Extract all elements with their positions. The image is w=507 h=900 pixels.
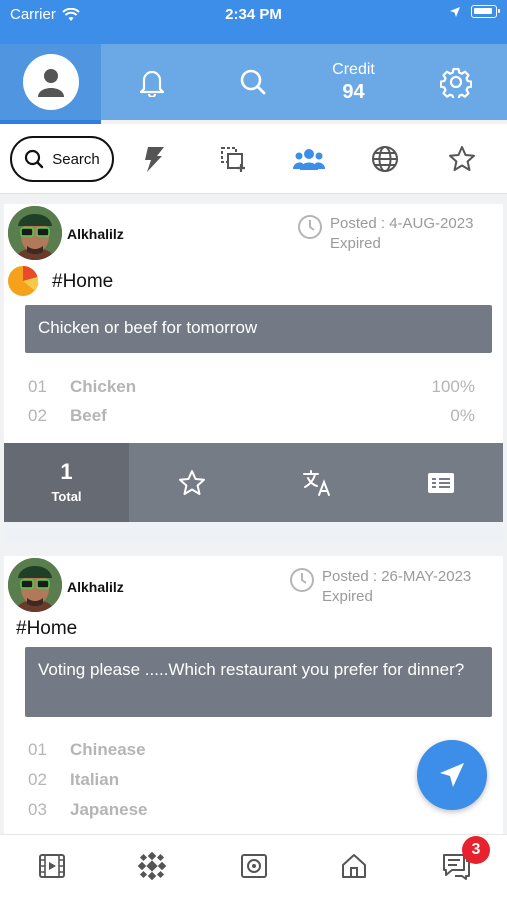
bottom-tab-bar bbox=[0, 834, 507, 900]
poll-question: Voting please .....Which restaurant you … bbox=[25, 647, 492, 717]
post-status: Expired bbox=[322, 588, 373, 605]
hashtag[interactable]: #Home bbox=[16, 618, 77, 640]
tab-media[interactable] bbox=[32, 849, 72, 883]
message-count-badge: 3 bbox=[462, 836, 490, 864]
tab-search[interactable] bbox=[202, 44, 303, 120]
option-number: 01 bbox=[28, 740, 47, 759]
group-icon bbox=[293, 149, 325, 170]
star-icon bbox=[449, 146, 475, 171]
status-bar: Carrier 2:34 PM bbox=[0, 0, 507, 44]
send-fab-button[interactable] bbox=[417, 740, 487, 810]
option-name: Italian bbox=[70, 770, 120, 789]
hashtag[interactable]: #Home bbox=[52, 271, 113, 293]
filter-trending[interactable] bbox=[130, 136, 176, 182]
film-icon bbox=[39, 854, 65, 878]
clock-time: 2:34 PM bbox=[225, 6, 282, 23]
battery-icon bbox=[471, 5, 500, 18]
search-icon bbox=[240, 69, 265, 95]
credit-label: Credit bbox=[332, 60, 375, 78]
tab-profile[interactable] bbox=[0, 44, 101, 124]
search-icon bbox=[25, 149, 44, 169]
clock-icon bbox=[290, 568, 314, 592]
star-icon bbox=[178, 469, 205, 495]
option-percent: 100% bbox=[431, 377, 475, 396]
credit-value: 94 bbox=[342, 80, 365, 103]
flash-icon bbox=[145, 147, 164, 172]
favorite-button[interactable] bbox=[129, 443, 254, 522]
tab-home[interactable] bbox=[334, 849, 374, 883]
card-footer bbox=[4, 522, 503, 542]
avatar[interactable] bbox=[8, 558, 62, 612]
option-number: 03 bbox=[28, 800, 47, 819]
translate-button[interactable] bbox=[254, 443, 379, 522]
post-status: Expired bbox=[330, 235, 381, 252]
posted-date: Posted : 4-AUG-2023 bbox=[330, 215, 474, 232]
filter-bar: Search bbox=[0, 124, 507, 194]
option-name: Japanese bbox=[70, 800, 148, 819]
bell-icon bbox=[139, 70, 164, 97]
poll-option[interactable]: 02 Beef bbox=[28, 406, 107, 426]
gear-icon bbox=[439, 67, 472, 98]
filter-groups[interactable] bbox=[286, 136, 332, 182]
post-card[interactable]: Alkhalilz Posted : 4-AUG-2023 Expired #H… bbox=[4, 204, 503, 542]
poll-option[interactable]: 02 Italian bbox=[28, 770, 119, 790]
copy-add-icon bbox=[221, 147, 245, 172]
top-nav: Credit 94 bbox=[0, 44, 507, 124]
tab-vault[interactable] bbox=[234, 849, 274, 883]
card-details-icon bbox=[428, 472, 454, 493]
total-count: 1 bbox=[60, 459, 73, 484]
poll-option[interactable]: 01 Chinease bbox=[28, 740, 146, 760]
user-avatar-icon bbox=[22, 54, 79, 110]
post-action-bar: 1 Total bbox=[4, 443, 503, 522]
search-button[interactable]: Search bbox=[10, 136, 114, 182]
poll-question: Chicken or beef for tomorrow bbox=[25, 305, 492, 353]
home-icon bbox=[342, 854, 366, 878]
pie-chart-icon bbox=[8, 265, 39, 296]
send-icon bbox=[440, 763, 464, 787]
avatar[interactable] bbox=[8, 206, 62, 260]
option-number: 02 bbox=[28, 770, 47, 789]
cross-pattern-icon bbox=[138, 852, 166, 880]
option-name: Chinease bbox=[70, 740, 146, 759]
filter-add[interactable] bbox=[210, 136, 256, 182]
poll-option[interactable]: 01 Chicken bbox=[28, 377, 136, 397]
total-votes-button[interactable]: 1 Total bbox=[4, 443, 129, 522]
option-name: Chicken bbox=[70, 377, 137, 396]
option-number: 02 bbox=[28, 406, 47, 425]
option-percent: 0% bbox=[450, 406, 475, 425]
safe-icon bbox=[241, 854, 267, 878]
location-arrow-icon bbox=[450, 6, 460, 17]
tab-settings[interactable] bbox=[404, 44, 507, 120]
poll-option[interactable]: 03 Japanese bbox=[28, 800, 148, 820]
total-label: Total bbox=[51, 489, 82, 504]
clock-icon bbox=[298, 215, 322, 239]
tab-explore[interactable] bbox=[132, 849, 172, 883]
posted-date: Posted : 26-MAY-2023 bbox=[322, 568, 472, 585]
username[interactable]: Alkhalilz bbox=[67, 226, 124, 242]
tab-notifications[interactable] bbox=[101, 44, 202, 120]
globe-icon bbox=[372, 146, 398, 172]
details-button[interactable] bbox=[379, 443, 503, 522]
filter-favorites[interactable] bbox=[439, 136, 485, 182]
translate-icon bbox=[302, 469, 330, 496]
username[interactable]: Alkhalilz bbox=[67, 579, 124, 595]
option-number: 01 bbox=[28, 377, 47, 396]
filter-public[interactable] bbox=[362, 136, 408, 182]
search-label: Search bbox=[52, 150, 100, 168]
option-name: Beef bbox=[70, 406, 107, 425]
tab-credit[interactable]: Credit 94 bbox=[303, 44, 404, 120]
